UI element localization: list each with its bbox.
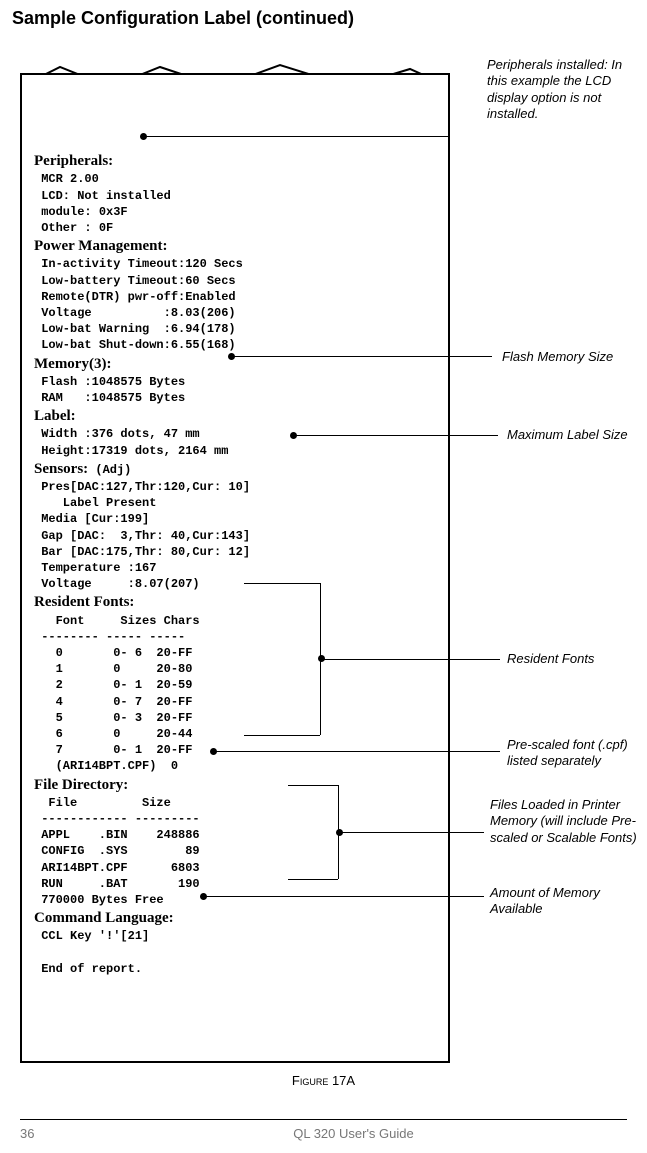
page-number: 36 xyxy=(20,1126,80,1141)
figure-diagram: Peripherals: MCR 2.00 LCD: Not installed… xyxy=(12,37,632,1067)
line-inact: In-activity Timeout:120 Secs xyxy=(41,257,243,271)
line-remote: Remote(DTR) pwr-off:Enabled xyxy=(41,290,235,304)
line-bar: Bar [DAC:175,Thr: 80,Cur: 12] xyxy=(41,545,250,559)
bracket-arm xyxy=(288,879,338,880)
heading-label: Label: xyxy=(34,408,76,424)
bracket-arm xyxy=(244,583,320,584)
annotation-peripherals: Peripherals installed: In this example t… xyxy=(487,57,642,122)
font-row-7: 7 0- 1 20-FF xyxy=(34,743,192,757)
leader-line xyxy=(342,832,484,833)
bracket-arm xyxy=(288,785,338,786)
leader-line xyxy=(234,356,492,357)
caption-prefix: Figure xyxy=(292,1073,328,1088)
line-end: End of report. xyxy=(41,962,142,976)
file-row-config: CONFIG .SYS 89 xyxy=(34,844,200,858)
annotation-memfree: Amount of Memory Available xyxy=(490,885,640,918)
font-row-2: 2 0- 1 20-59 xyxy=(34,678,192,692)
annotation-files: Files Loaded in Printer Memory (will inc… xyxy=(490,797,647,846)
heading-power: Power Management: xyxy=(34,238,167,254)
annotation-flash: Flash Memory Size xyxy=(502,349,613,365)
line-mcr: MCR 2.00 xyxy=(41,172,99,186)
report-content: Peripherals: MCR 2.00 LCD: Not installed… xyxy=(22,75,448,1005)
fonts-divider: -------- ----- ----- xyxy=(34,630,185,644)
annotation-cpf: Pre-scaled font (.cpf) listed separately xyxy=(507,737,647,770)
leader-line xyxy=(216,751,500,752)
file-row-ari: ARI14BPT.CPF 6803 xyxy=(34,861,200,875)
line-temp: Temperature :167 xyxy=(41,561,156,575)
filedir-free: 770000 Bytes Free xyxy=(34,893,164,907)
line-ram: RAM :1048575 Bytes xyxy=(41,391,185,405)
line-gap: Gap [DAC: 3,Thr: 40,Cur:143] xyxy=(41,529,250,543)
font-row-1: 1 0 20-80 xyxy=(34,662,192,676)
config-label-printout: Peripherals: MCR 2.00 LCD: Not installed… xyxy=(20,73,450,1063)
page-title: Sample Configuration Label (continued) xyxy=(12,8,635,29)
annotation-maxlabel: Maximum Label Size xyxy=(507,427,628,443)
figure-caption: Figure 17A xyxy=(12,1073,635,1088)
line-pres: Pres[DAC:127,Thr:120,Cur: 10] xyxy=(41,480,250,494)
line-height: Height:17319 dots, 2164 mm xyxy=(41,444,228,458)
heading-peripherals: Peripherals: xyxy=(34,153,113,169)
line-shut: Low-bat Shut-down:6.55(168) xyxy=(41,338,235,352)
line-lowbat: Low-battery Timeout:60 Secs xyxy=(41,274,235,288)
heading-memory: Memory(3): xyxy=(34,356,111,372)
line-lp: Label Present xyxy=(41,496,156,510)
line-lcd: LCD: Not installed xyxy=(41,189,171,203)
font-cpf: (ARI14BPT.CPF) 0 xyxy=(34,759,178,773)
filedir-header: File Size xyxy=(34,796,171,810)
page-footer: 36 QL 320 User's Guide xyxy=(20,1119,627,1141)
line-flash: Flash :1048575 Bytes xyxy=(41,375,185,389)
font-row-5: 5 0- 3 20-FF xyxy=(34,711,192,725)
filedir-divider: ------------ --------- xyxy=(34,812,200,826)
line-other: Other : 0F xyxy=(41,221,113,235)
heading-cmdlang: Command Language: xyxy=(34,910,174,926)
line-media: Media [Cur:199] xyxy=(41,512,149,526)
line-voltage: Voltage :8.03(206) xyxy=(41,306,235,320)
fonts-header: Font Sizes Chars xyxy=(34,614,200,628)
font-row-4: 4 0- 7 20-FF xyxy=(34,695,192,709)
leader-line xyxy=(324,659,500,660)
footer-title: QL 320 User's Guide xyxy=(80,1126,627,1141)
font-row-0: 0 0- 6 20-FF xyxy=(34,646,192,660)
heading-filedir: File Directory: xyxy=(34,777,128,793)
font-row-6: 6 0 20-44 xyxy=(34,727,192,741)
file-row-run: RUN .BAT 190 xyxy=(34,877,200,891)
caption-number: 17A xyxy=(328,1073,355,1088)
line-width: Width :376 dots, 47 mm xyxy=(41,427,199,441)
line-module: module: 0x3F xyxy=(41,205,127,219)
line-warn: Low-bat Warning :6.94(178) xyxy=(41,322,235,336)
heading-fonts: Resident Fonts: xyxy=(34,594,134,610)
leader-line xyxy=(146,136,448,137)
annotation-resfonts: Resident Fonts xyxy=(507,651,594,667)
sensors-suffix: (Adj) xyxy=(88,463,131,477)
bracket-arm xyxy=(244,735,320,736)
leader-line xyxy=(296,435,498,436)
line-ccl: CCL Key '!'[21] xyxy=(41,929,149,943)
heading-sensors: Sensors: xyxy=(34,461,88,477)
leader-line xyxy=(206,896,484,897)
line-volt: Voltage :8.07(207) xyxy=(41,577,199,591)
file-row-appl: APPL .BIN 248886 xyxy=(34,828,200,842)
